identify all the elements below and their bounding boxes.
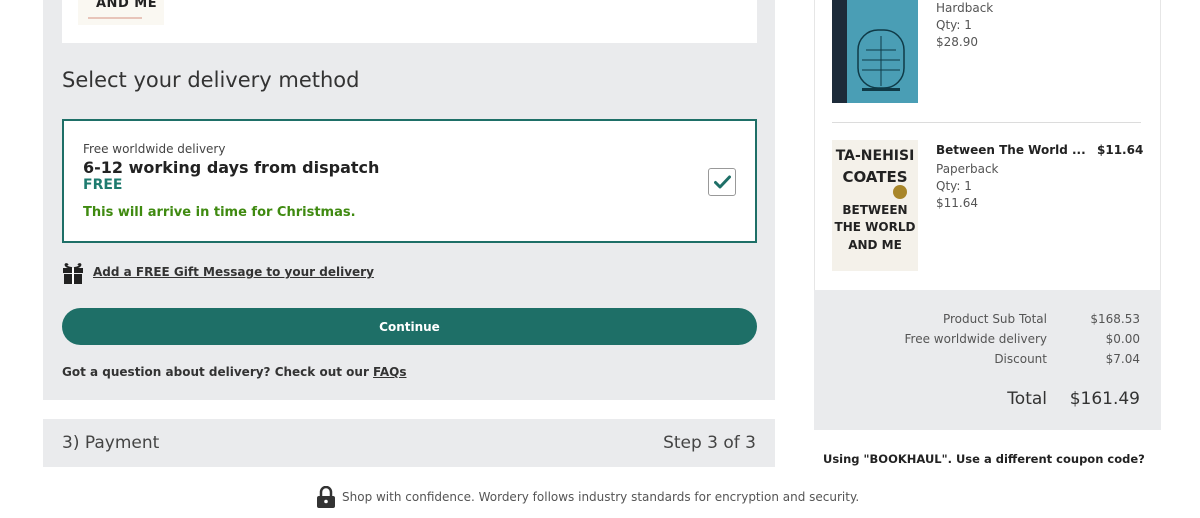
basket-item-card-top	[62, 0, 757, 43]
continue-button[interactable]: Continue	[62, 308, 757, 345]
section-title: Select your delivery method	[62, 68, 360, 92]
item-qty: Qty: 1	[936, 179, 972, 193]
security-note: Shop with confidence. Wordery follows in…	[316, 486, 859, 508]
delivery-option-card[interactable]: Free worldwide delivery 6-12 working day…	[62, 119, 757, 243]
cover-badge-icon	[893, 185, 907, 199]
faq-link[interactable]: FAQs	[373, 365, 406, 379]
security-note-text: Shop with confidence. Wordery follows in…	[342, 490, 860, 504]
item-format: Paperback	[936, 162, 999, 176]
cover-decoration	[88, 17, 142, 19]
item-format: Hardback	[936, 1, 994, 15]
delivery-option-subtitle: Free worldwide delivery	[83, 142, 226, 156]
total-value: $161.49	[1069, 389, 1140, 409]
item-price: $28.90	[936, 35, 978, 49]
checkmark-icon	[714, 175, 731, 189]
subtotal-value: $168.53	[1090, 312, 1140, 326]
step-indicator: Step 3 of 3	[663, 433, 756, 453]
payment-step-header[interactable]: 3) Payment Step 3 of 3	[43, 419, 775, 467]
delivery-option-checkbox[interactable]	[708, 168, 736, 196]
cover-line: BETWEEN	[842, 203, 908, 217]
book-cover-thumbnail: AND ME	[78, 0, 164, 25]
gift-message-link[interactable]: Add a FREE Gift Message to your delivery	[93, 265, 374, 279]
lock-icon	[317, 486, 335, 508]
total-label: Total	[1007, 389, 1047, 409]
gift-icon	[63, 263, 83, 284]
delivery-label: Free worldwide delivery	[904, 332, 1047, 346]
cover-line: AND ME	[848, 238, 902, 252]
item-line-price: $11.64	[1097, 143, 1144, 157]
cover-title-text: AND ME	[96, 0, 158, 11]
cover-line: TA-NEHISI	[835, 148, 915, 164]
divider	[832, 122, 1141, 123]
delivery-value: $0.00	[1105, 332, 1140, 346]
delivery-faq-text: Got a question about delivery? Check out…	[62, 365, 407, 379]
order-totals: Product Sub Total $168.53 Free worldwide…	[814, 290, 1161, 430]
book-spine	[832, 0, 847, 103]
basket-item-details: Hardback Qty: 1 $28.90	[936, 0, 993, 51]
item-title[interactable]: Between The World ...	[936, 143, 1086, 157]
cover-line: THE WORLD	[834, 220, 916, 234]
payment-step-label: 3) Payment	[62, 433, 160, 453]
subtotal-label: Product Sub Total	[942, 312, 1047, 326]
item-price: $11.64	[936, 196, 978, 210]
discount-value: $7.04	[1105, 352, 1140, 366]
book-cover-thumbnail: TA-NEHISI COATES BETWEEN THE WORLD AND M…	[832, 140, 918, 271]
faq-prefix: Got a question about delivery? Check out…	[62, 365, 374, 379]
discount-label: Discount	[994, 352, 1047, 366]
coupon-code-link[interactable]: Using "BOOKHAUL". Use a different coupon…	[823, 452, 1145, 466]
delivery-option-title: 6-12 working days from dispatch	[83, 158, 380, 177]
delivery-arrival-note: This will arrive in time for Christmas.	[83, 205, 356, 220]
basket-item-details: Paperback Qty: 1 $11.64	[936, 161, 999, 212]
delivery-option-price: FREE	[83, 177, 123, 193]
item-qty: Qty: 1	[936, 18, 972, 32]
